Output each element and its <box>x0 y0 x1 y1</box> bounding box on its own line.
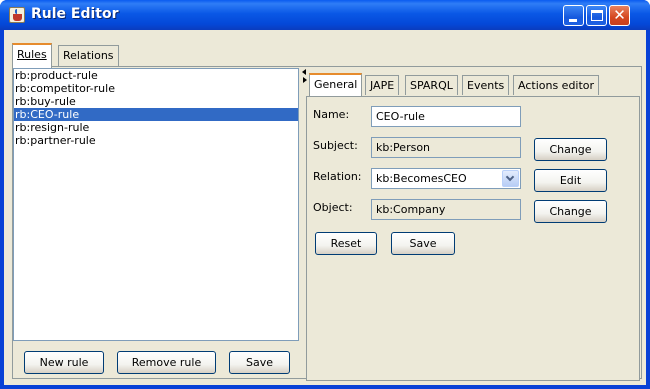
minimize-button[interactable] <box>563 5 584 26</box>
tab-relations-label: Relations <box>63 49 114 62</box>
java-cup-icon <box>9 7 25 23</box>
expand-right-icon[interactable] <box>303 77 307 83</box>
list-item[interactable]: rb:resign-rule <box>14 121 298 134</box>
name-label: Name: <box>313 108 350 121</box>
save-rules-button[interactable]: Save <box>229 351 290 374</box>
tab-relations[interactable]: Relations <box>58 45 119 67</box>
relation-select-value: kb:BecomesCEO <box>376 172 467 185</box>
tab-events-label: Events <box>467 79 505 92</box>
subject-field: kb:Person <box>371 137 521 158</box>
relation-edit-button[interactable]: Edit <box>534 169 607 192</box>
subject-change-button[interactable]: Change <box>534 138 607 161</box>
list-item[interactable]: rb:buy-rule <box>14 95 298 108</box>
reset-button[interactable]: Reset <box>315 232 377 255</box>
maximize-button[interactable] <box>586 5 607 26</box>
window-title: Rule Editor <box>31 6 119 22</box>
list-item[interactable]: rb:product-rule <box>14 69 298 82</box>
list-item[interactable]: rb:partner-rule <box>14 134 298 147</box>
object-field: kb:Company <box>371 199 521 220</box>
tab-sparql-label: SPARQL <box>410 79 453 92</box>
name-field[interactable] <box>371 106 521 127</box>
general-tab-panel: Name: Subject: kb:Person Change Relation… <box>306 96 640 381</box>
object-label: Object: <box>313 201 353 214</box>
tab-actions-editor[interactable]: Actions editor <box>513 75 600 95</box>
list-item[interactable]: rb:competitor-rule <box>14 82 298 95</box>
relation-select[interactable]: kb:BecomesCEO <box>371 168 521 189</box>
tab-jape-label: JAPE <box>370 79 395 92</box>
rule-editor-window: Rule Editor ✕ Rules Relations rb:product… <box>0 0 650 389</box>
close-icon: ✕ <box>613 6 626 24</box>
chevron-down-icon[interactable] <box>502 170 519 187</box>
minimize-icon <box>569 19 577 22</box>
tab-general[interactable]: General <box>309 73 363 96</box>
maximize-icon <box>591 10 603 21</box>
list-item-selected[interactable]: rb:CEO-rule <box>14 108 298 121</box>
close-button[interactable]: ✕ <box>609 5 630 26</box>
tab-general-label: General <box>314 78 358 91</box>
tab-rules-label: Rules <box>17 48 47 61</box>
tab-events[interactable]: Events <box>462 75 510 95</box>
remove-rule-button[interactable]: Remove rule <box>117 351 216 374</box>
tab-jape[interactable]: JAPE <box>365 75 400 95</box>
tab-sparql[interactable]: SPARQL <box>405 75 458 95</box>
object-change-button[interactable]: Change <box>534 200 607 223</box>
relation-label: Relation: <box>313 170 362 183</box>
tab-actions-editor-label: Actions editor <box>518 79 595 92</box>
tab-rules[interactable]: Rules <box>12 43 52 68</box>
title-bar[interactable]: Rule Editor ✕ <box>0 0 650 30</box>
rule-list[interactable]: rb:product-rule rb:competitor-rule rb:bu… <box>13 68 299 341</box>
new-rule-button[interactable]: New rule <box>24 351 104 374</box>
subject-label: Subject: <box>313 139 358 152</box>
save-rule-button[interactable]: Save <box>391 232 455 255</box>
collapse-left-icon[interactable] <box>302 69 306 75</box>
